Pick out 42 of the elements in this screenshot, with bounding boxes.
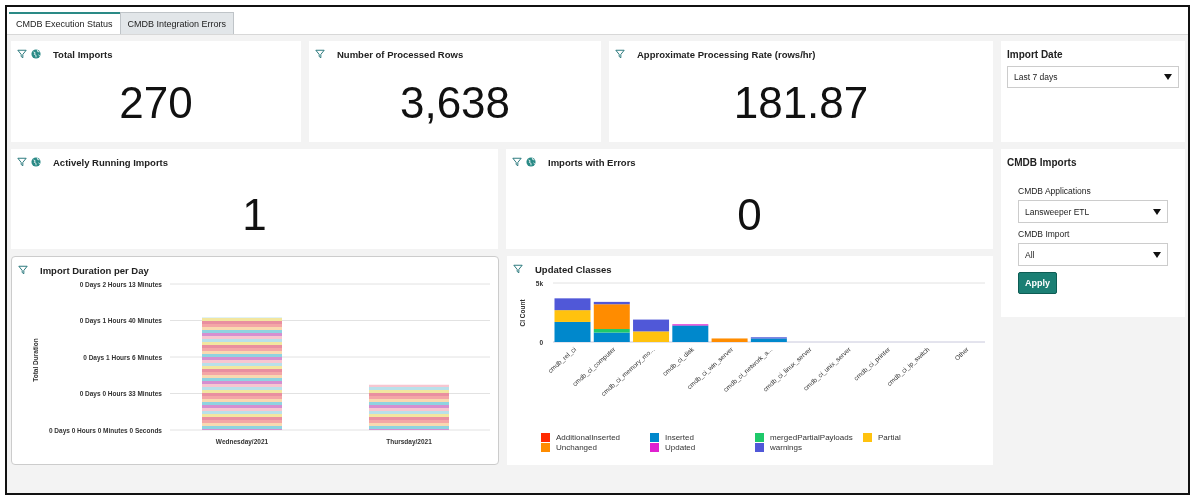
chart-title: Updated Classes — [535, 263, 612, 275]
field-label: CMDB Applications — [1018, 186, 1092, 196]
caret-icon — [1153, 251, 1161, 258]
card-title: Total Imports — [53, 48, 113, 60]
metric-value: 3,638 — [398, 77, 512, 129]
metric-value: 1 — [241, 188, 268, 241]
card-title: Number of Processed Rows — [337, 48, 464, 60]
legend-label: Updated — [665, 443, 696, 452]
tab[interactable]: CMDB Integration Errors — [119, 12, 235, 34]
legend-label: AdditionalInserted — [556, 433, 621, 442]
filter-icon[interactable] — [615, 49, 625, 59]
bar-segment — [554, 298, 591, 311]
filter-icon[interactable] — [512, 157, 522, 167]
legend-label: Unchanged — [556, 443, 597, 452]
dropdown[interactable]: All — [1018, 243, 1168, 266]
card-title: Actively Running Imports — [53, 156, 169, 168]
card-title: Approximate Processing Rate (rows/hr) — [637, 48, 816, 60]
filter-icon[interactable] — [315, 49, 325, 59]
bar-segment — [633, 319, 670, 332]
chart-title: Import Duration per Day — [40, 264, 149, 276]
dropdown[interactable]: Lansweeper ETL — [1018, 200, 1168, 223]
legend-label: mergedPartialPayloads — [770, 433, 853, 442]
dropdown[interactable]: Last 7 days — [1007, 66, 1179, 88]
field-label: CMDB Import — [1018, 229, 1071, 239]
filter-icon[interactable] — [17, 49, 27, 59]
filter-icon[interactable] — [513, 264, 523, 274]
caret-icon — [1164, 74, 1172, 80]
filter-icon[interactable] — [18, 265, 28, 275]
caret-icon — [1153, 208, 1161, 215]
filter-icon[interactable] — [17, 157, 27, 167]
card-title: Imports with Errors — [548, 156, 636, 168]
apply-button[interactable]: Apply — [1018, 272, 1057, 294]
metric-value: 270 — [118, 77, 194, 129]
bar-segment — [711, 338, 748, 342]
legend-label: warnings — [770, 443, 802, 452]
legend-label: Partial — [878, 433, 901, 442]
panel-title: Import Date — [1007, 49, 1064, 60]
panel-title: CMDB Imports — [1007, 157, 1078, 168]
bar-segment — [633, 331, 670, 342]
metric-value: 0 — [736, 188, 763, 241]
metric-value: 181.87 — [732, 77, 870, 129]
legend-label: Inserted — [665, 433, 694, 442]
